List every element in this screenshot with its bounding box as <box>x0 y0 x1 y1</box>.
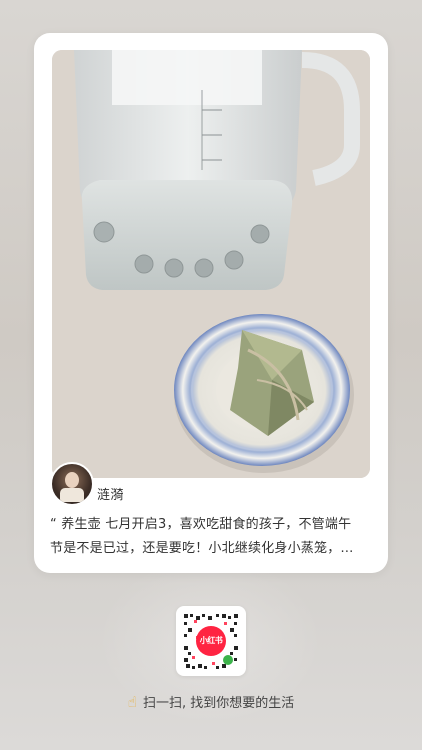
qr-brand-badge: 小红书 <box>199 636 223 645</box>
user-avatar[interactable] <box>50 462 94 506</box>
description-line: 节是不是已过，还是要吃！小北继续化身小蒸笼，… <box>50 541 354 556</box>
scan-hint: ☝ 扫一扫, 找到你想要的生活 <box>0 692 422 711</box>
qr-code[interactable]: 小红书 <box>176 606 246 676</box>
avatar-face <box>65 472 79 488</box>
post-description: “ 养生壶 七月开启3，喜欢吃甜食的孩子，不管端午 节是不是已过，还是要吃！小北… <box>50 513 374 561</box>
pointing-hand-icon: ☝ <box>127 693 137 711</box>
hint-text: 扫一扫, 找到你想要的生活 <box>142 696 295 711</box>
photo-illustration <box>52 50 370 478</box>
username[interactable]: 涟漪 <box>97 484 124 503</box>
post-share-card[interactable]: 涟漪 “ 养生壶 七月开启3，喜欢吃甜食的孩子，不管端午 节是不是已过，还是要吃… <box>34 33 388 573</box>
post-photo[interactable] <box>52 50 370 478</box>
description-line: “ 养生壶 七月开启3，喜欢吃甜食的孩子，不管端午 <box>50 517 352 532</box>
avatar-cup <box>60 488 84 502</box>
